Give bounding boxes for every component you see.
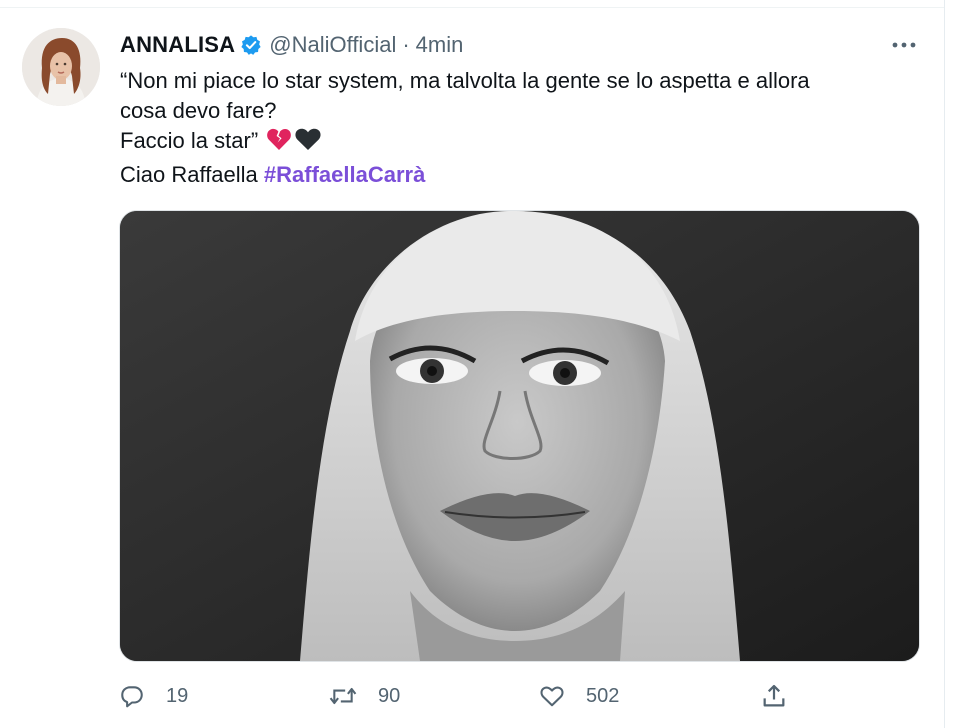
tweet-text-fragment: Ciao Raffaella (120, 162, 258, 187)
tweet-text-line: “Non mi piace lo star system, ma talvolt… (120, 68, 810, 93)
retweet-icon (329, 687, 357, 705)
verified-badge-icon (240, 34, 262, 56)
tweet-text-line: Ciao Raffaella #RaffaellaCarrà (120, 160, 910, 190)
timeline-border (944, 0, 945, 728)
like-count: 502 (586, 684, 620, 707)
hashtag-link[interactable]: #RaffaellaCarrà (264, 162, 425, 187)
tweet-timestamp[interactable]: 4min (416, 32, 464, 58)
more-dots-icon (892, 42, 916, 48)
share-icon (763, 684, 785, 707)
reply-count: 19 (166, 684, 189, 707)
tweet-text-line: cosa devo fare? (120, 98, 277, 123)
retweet-button[interactable]: 90 (328, 676, 400, 716)
black-heart-icon (294, 126, 322, 160)
reply-icon (121, 686, 143, 708)
more-options-button[interactable] (884, 30, 924, 60)
avatar-image (22, 28, 100, 106)
separator-dot: · (402, 32, 410, 57)
photo-portrait (120, 211, 919, 661)
tweet-text-fragment: Faccio la star” (120, 128, 259, 153)
avatar[interactable] (22, 28, 100, 106)
tweet-text: “Non mi piace lo star system, ma talvolt… (120, 66, 910, 190)
user-handle[interactable]: @NaliOfficial (269, 32, 396, 58)
tweet-media-photo[interactable] (119, 210, 920, 662)
tweet-header: ANNALISA @NaliOfficial · 4min (120, 30, 463, 60)
tweet-actions-bar: 19 90 502 (118, 676, 918, 716)
share-button[interactable] (760, 676, 788, 716)
tweet-text-line: Faccio la star” (120, 126, 910, 160)
heart-icon (540, 686, 564, 707)
broken-heart-icon (266, 126, 292, 160)
tweet-page: ANNALISA @NaliOfficial · 4min “Non mi pi… (0, 0, 960, 728)
like-button[interactable]: 502 (538, 676, 619, 716)
retweet-count: 90 (378, 684, 401, 707)
reply-button[interactable]: 19 (118, 676, 188, 716)
display-name[interactable]: ANNALISA (120, 32, 235, 58)
top-divider (0, 7, 944, 8)
